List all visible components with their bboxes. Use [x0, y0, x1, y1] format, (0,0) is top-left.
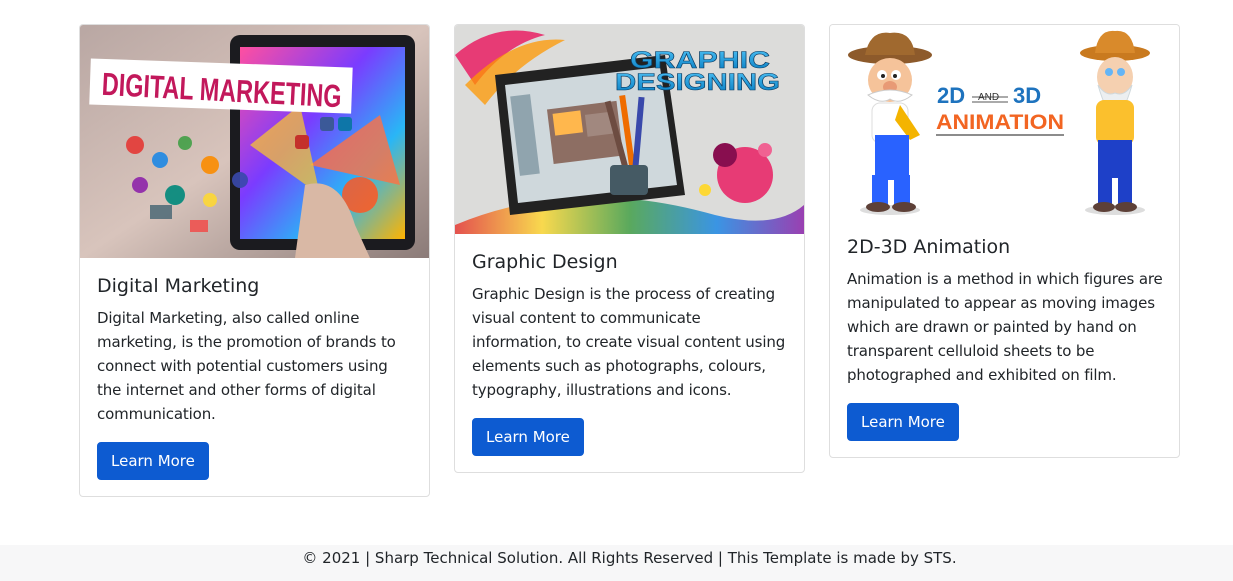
learn-more-button-graphic-design[interactable]: Learn More [472, 418, 584, 456]
animation-image-text-and: AND [978, 92, 999, 103]
digital-marketing-illustration: DIGITAL MARKETING [80, 25, 429, 258]
graphic-design-illustration: GRAPHIC DESIGNING [455, 25, 804, 234]
card-title: 2D-3D Animation [847, 236, 1011, 258]
footer: © 2021 | Sharp Technical Solution. All R… [0, 545, 1233, 581]
cards-row: DIGITAL MARKETING Digital Marketing Digi… [0, 0, 1233, 545]
card-title: Graphic Design [472, 251, 618, 273]
card-body: Digital Marketing Digital Marketing, als… [80, 258, 429, 496]
card-text: Digital Marketing, also called online ma… [97, 309, 396, 423]
animation-illustration: 2D AND 3D ANIMATION [830, 25, 1179, 219]
card-body: 2D-3D Animation Animation is a method in… [830, 219, 1179, 457]
graphic-design-image: GRAPHIC DESIGNING [455, 25, 804, 234]
card-text: Animation is a method in which figures a… [847, 270, 1163, 384]
graphic-design-image-text-2: DESIGNING [615, 69, 780, 96]
card-animation: 2D AND 3D ANIMATION 2D-3D Animation Anim… [829, 24, 1180, 458]
card-text: Graphic Design is the process of creatin… [472, 285, 786, 399]
card-title: Digital Marketing [97, 275, 260, 297]
footer-copyright-text: © 2021 | Sharp Technical Solution. All R… [302, 549, 957, 567]
animation-image: 2D AND 3D ANIMATION [830, 25, 1179, 219]
digital-marketing-image: DIGITAL MARKETING [80, 25, 429, 258]
animation-image-text-3d: 3D [1013, 83, 1041, 108]
animation-image-text-animation: ANIMATION [936, 111, 1064, 134]
learn-more-button-digital-marketing[interactable]: Learn More [97, 442, 209, 480]
animation-image-text-2d: 2D [937, 83, 965, 108]
card-body: Graphic Design Graphic Design is the pro… [455, 234, 804, 472]
card-graphic-design: GRAPHIC DESIGNING Graphic Design Graphic… [454, 24, 805, 473]
learn-more-button-animation[interactable]: Learn More [847, 403, 959, 441]
card-digital-marketing: DIGITAL MARKETING Digital Marketing Digi… [79, 24, 430, 497]
